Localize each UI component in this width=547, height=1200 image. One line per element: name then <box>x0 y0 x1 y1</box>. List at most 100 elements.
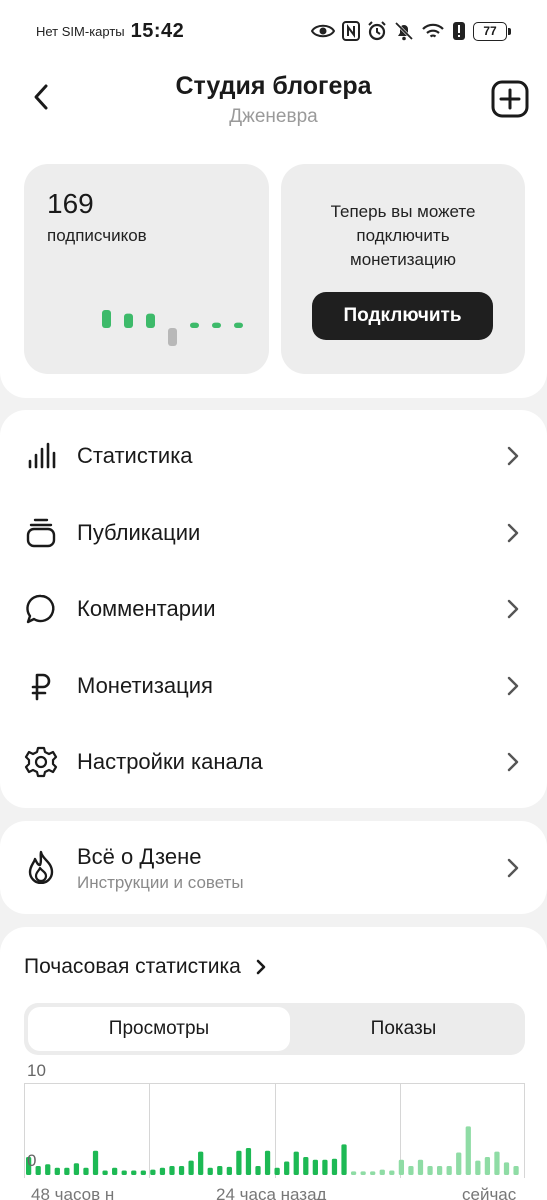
menu-item-comments[interactable]: Комментарии <box>0 571 547 647</box>
x-tick-label: сейчас <box>462 1185 517 1200</box>
battery-level: 77 <box>473 21 507 41</box>
chart-bar <box>284 1161 290 1175</box>
chart-bar <box>408 1166 414 1175</box>
menu-label-comments: Комментарии <box>77 596 216 621</box>
gear-icon <box>24 745 58 779</box>
menu-item-statistics[interactable]: Статистика <box>0 418 547 494</box>
chart-bar <box>513 1166 519 1175</box>
chart-bar <box>360 1171 366 1175</box>
status-icons: 77 <box>311 21 511 41</box>
monetization-card: Теперь вы можете подключить монетизацию … <box>281 164 525 374</box>
tab-views[interactable]: Просмотры <box>28 1007 290 1051</box>
chart-bar <box>293 1151 299 1175</box>
chart-bar <box>331 1158 338 1175</box>
chart-bar <box>503 1162 510 1175</box>
carrier-label: Нет SIM-карты <box>36 23 125 39</box>
chart-bar <box>475 1160 481 1175</box>
menu-item-publications[interactable]: Публикации <box>0 495 547 571</box>
battery-icon: 77 <box>473 21 511 41</box>
menu-label-publications: Публикации <box>77 520 201 545</box>
chart-bar <box>207 1167 213 1175</box>
chevron-right-icon <box>256 959 266 975</box>
subscribers-card[interactable]: 169 подписчиков <box>24 164 269 374</box>
about-title: Всё о Дзене <box>77 844 202 869</box>
menu-item-channel-settings[interactable]: Настройки канала <box>0 724 547 800</box>
tab-impressions[interactable]: Показы <box>286 1007 521 1051</box>
chart-bar <box>389 1170 395 1175</box>
chart-bar <box>83 1167 89 1175</box>
hourly-stats-panel: Почасовая статистика Просмотры Показы 10… <box>0 927 547 1200</box>
trend-bar <box>190 322 199 328</box>
subscribers-label: подписчиков <box>47 226 147 245</box>
chart-bar <box>45 1164 51 1175</box>
chart-bar <box>255 1166 261 1175</box>
chart-bar <box>484 1157 491 1175</box>
status-bar: Нет SIM-карты 15:42 77 <box>0 0 547 62</box>
bar-chart-icon <box>24 439 58 473</box>
plus-square-icon <box>491 80 529 118</box>
alert-icon <box>453 22 465 40</box>
alarm-icon <box>368 21 386 41</box>
chart-bar <box>350 1171 357 1175</box>
menu-label-monetization: Монетизация <box>77 673 213 698</box>
chart-bar <box>417 1159 424 1175</box>
chevron-right-icon <box>507 752 519 772</box>
chart-bar <box>274 1167 280 1175</box>
chart-bar <box>198 1151 204 1175</box>
chart-bar <box>312 1159 318 1175</box>
menu-label-channel-settings: Настройки канала <box>77 749 263 774</box>
clock: 15:42 <box>130 19 185 42</box>
chart-bar <box>73 1163 80 1175</box>
flame-icon <box>24 850 58 884</box>
chart-bar <box>226 1166 232 1175</box>
monetization-text: Теперь вы можете подключить монетизацию <box>330 202 476 269</box>
y-tick-max: 10 <box>27 1061 46 1080</box>
chart-frame <box>24 1083 525 1178</box>
about-dzen-item[interactable]: Всё о Дзене Инструкции и советы <box>0 821 547 914</box>
chart-bar <box>341 1144 347 1175</box>
about-subtitle: Инструкции и советы <box>77 873 244 892</box>
chart-bar <box>427 1166 433 1175</box>
connect-button[interactable]: Подключить <box>312 292 493 340</box>
add-button[interactable] <box>491 80 529 118</box>
wifi-icon <box>422 23 444 38</box>
chevron-right-icon <box>507 599 519 619</box>
trend-bar <box>234 322 243 328</box>
chart-bar <box>54 1167 60 1175</box>
chart-bar <box>303 1157 309 1175</box>
chart-bar <box>236 1150 242 1175</box>
nfc-icon <box>342 21 360 41</box>
chart-bar <box>379 1169 385 1175</box>
chevron-right-icon <box>507 858 519 878</box>
hourly-stats-link[interactable]: Почасовая статистика <box>24 955 267 979</box>
trend-bar <box>124 313 133 328</box>
chart-bar <box>102 1170 108 1175</box>
hourly-stats-title: Почасовая статистика <box>24 955 241 978</box>
y-tick-zero: 0 <box>27 1151 37 1170</box>
chart-bar <box>178 1166 185 1175</box>
chart-bar <box>112 1167 118 1175</box>
page-title: Студия блогера <box>175 72 372 100</box>
chart-bar <box>322 1159 328 1175</box>
metric-switcher: Просмотры Показы <box>24 1003 525 1055</box>
stack-icon <box>24 516 58 550</box>
chart-bar <box>121 1170 127 1175</box>
menu-label-statistics: Статистика <box>77 443 193 468</box>
ruble-icon <box>24 669 58 703</box>
bell-off-icon <box>394 21 414 41</box>
subscribers-count: 169 <box>47 188 94 219</box>
chart-bar <box>140 1170 146 1175</box>
chevron-right-icon <box>507 523 519 543</box>
chart-bar <box>92 1150 99 1175</box>
chart-bar <box>245 1148 252 1175</box>
x-tick-label: 48 часов н <box>31 1185 115 1200</box>
trend-bar <box>146 313 155 328</box>
hourly-views-chart <box>24 1083 525 1178</box>
x-axis-labels: 48 часов н 24 часа назад сейчас <box>0 1185 547 1200</box>
page-subtitle: Дженевра <box>229 106 318 127</box>
comment-icon <box>24 592 58 626</box>
menu-item-monetization[interactable]: Монетизация <box>0 648 547 724</box>
chart-bar <box>217 1166 223 1175</box>
subscribers-trend-chart <box>102 310 243 346</box>
chart-bar <box>494 1151 500 1175</box>
